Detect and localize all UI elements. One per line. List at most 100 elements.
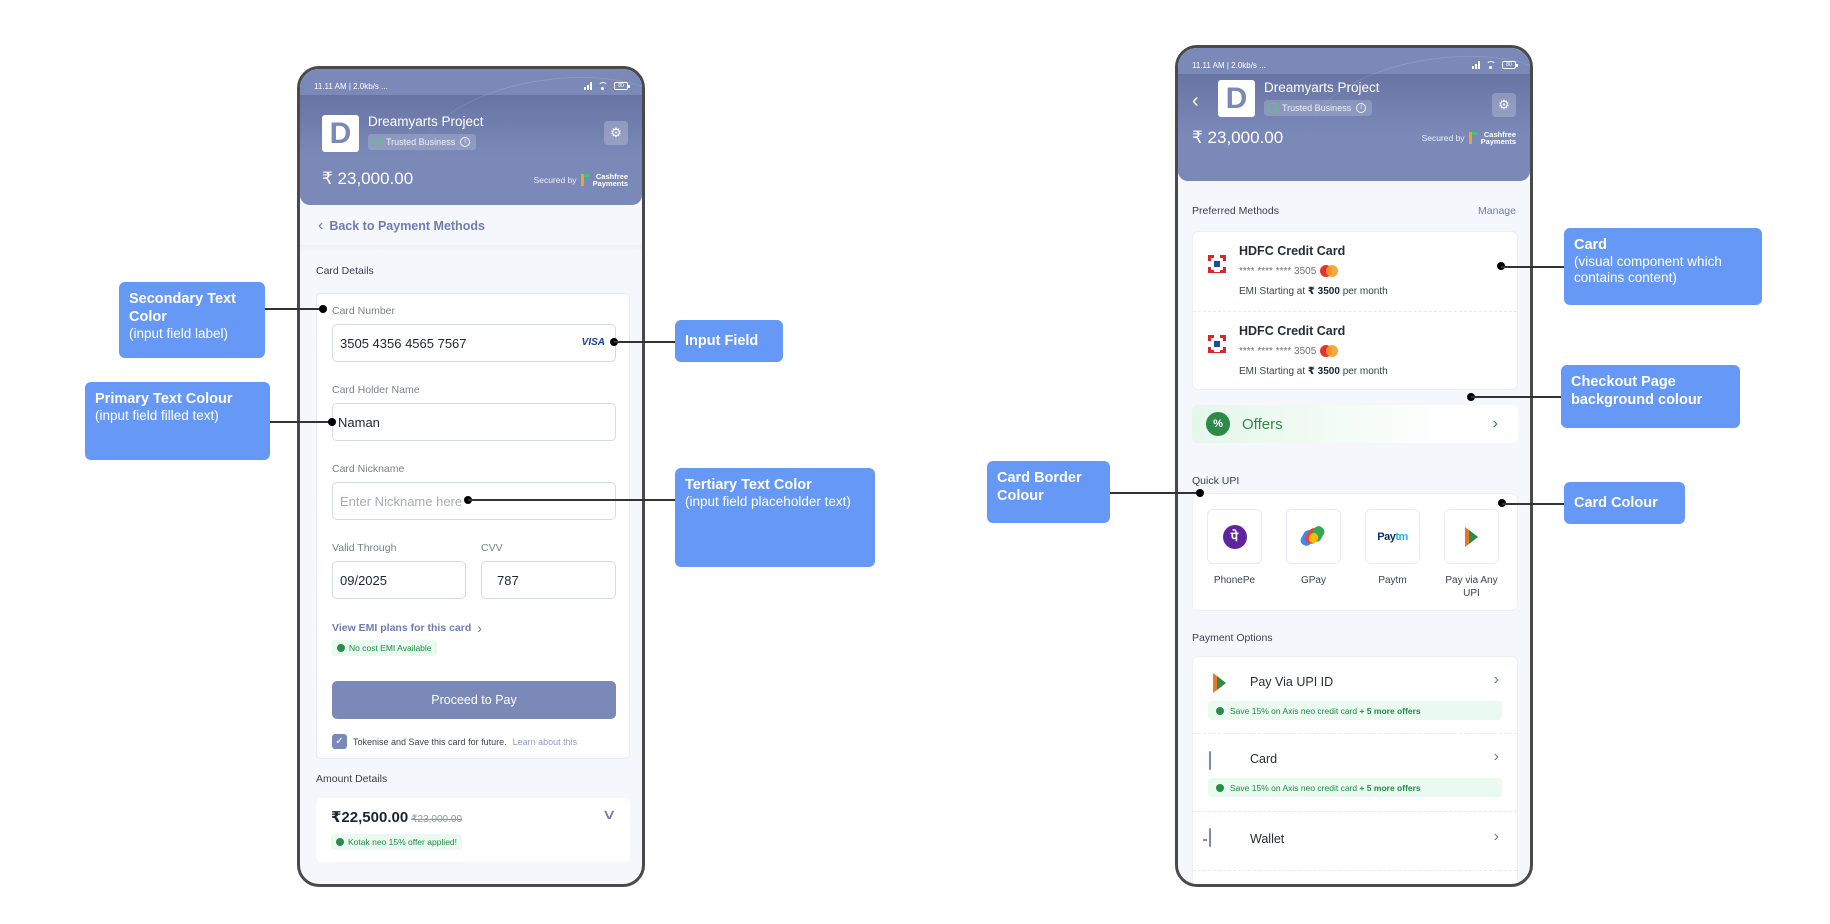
emi-amount: ₹ 3500 bbox=[1307, 286, 1340, 297]
saved-card-emi: EMI Starting at ₹ 3500 per month bbox=[1239, 366, 1388, 377]
chevron-right-icon: › bbox=[1493, 671, 1499, 688]
annotation-title: Input Field bbox=[685, 333, 759, 349]
user-settings-icon: ⚙ bbox=[1498, 97, 1510, 112]
hdfc-bank-icon bbox=[1208, 254, 1226, 273]
view-emi-plans-link[interactable]: View EMI plans for this card › bbox=[332, 620, 482, 636]
hdfc-bank-icon bbox=[1208, 334, 1226, 353]
cashfree-wordmark: Cashfree Payments bbox=[1480, 130, 1516, 146]
signal-icon bbox=[584, 82, 592, 90]
payment-option-label: Pay Via UPI ID bbox=[1250, 675, 1334, 689]
valid-through-label: Valid Through bbox=[332, 542, 397, 554]
user-settings-button[interactable]: ⚙ bbox=[1492, 93, 1516, 117]
payment-option-wallet[interactable]: Wallet › bbox=[1193, 813, 1517, 871]
annotation-note: (input field label) bbox=[129, 326, 229, 341]
annotation-primary-text: Primary Text Colour (input field filled … bbox=[85, 382, 270, 460]
no-cost-emi-badge: No cost EMI Available bbox=[332, 640, 437, 656]
emi-prefix: EMI Starting at bbox=[1239, 286, 1306, 297]
checkout-screen: 11.11 AM | 2.0kb/s ... 80 ‹ D Dreamyarts… bbox=[1175, 45, 1533, 887]
visa-icon: VISA bbox=[581, 337, 605, 348]
masked-number: **** **** **** 3505 bbox=[1239, 265, 1317, 277]
upi-app-name: Pay via Any UPI bbox=[1445, 575, 1498, 599]
upi-app-phonepe[interactable]: पे PhonePe bbox=[1207, 509, 1262, 587]
upi-app-paytm[interactable]: Paytm Paytm bbox=[1365, 509, 1420, 587]
offers-button[interactable]: % Offers › bbox=[1192, 405, 1518, 443]
saved-card-number: **** **** **** 3505 bbox=[1239, 345, 1339, 357]
card-holder-input[interactable]: Naman bbox=[332, 403, 616, 441]
saved-card-item[interactable]: HDFC Credit Card **** **** **** 3505 EMI… bbox=[1193, 311, 1517, 389]
card-number-value: 3505 4356 4565 7567 bbox=[340, 335, 467, 351]
battery-icon: 80 bbox=[614, 82, 630, 90]
payment-option-label: Wallet bbox=[1250, 832, 1285, 846]
battery-icon: 80 bbox=[1502, 61, 1518, 69]
chevron-right-icon: › bbox=[1493, 748, 1499, 765]
user-settings-icon: ⚙ bbox=[610, 125, 622, 140]
annotation-connector bbox=[1110, 492, 1200, 494]
emi-suffix: per month bbox=[1342, 286, 1388, 297]
discount-badge-icon: % bbox=[1208, 414, 1228, 434]
annotation-connector bbox=[265, 308, 323, 310]
cvv-value: 787 bbox=[497, 572, 519, 588]
card-details-title: Card Details bbox=[316, 265, 374, 277]
quick-upi-card: पे PhonePe GPay Paytm Paytm Pay via Any … bbox=[1192, 493, 1518, 611]
learn-about-this-link[interactable]: Learn about this bbox=[513, 737, 578, 747]
more-offers-link[interactable]: + 5 more offers bbox=[1359, 783, 1420, 793]
card-number-input[interactable]: 3505 4356 4565 7567 VISA bbox=[332, 324, 616, 362]
merchant-logo: D bbox=[322, 115, 359, 152]
saved-card-bank: HDFC Credit Card bbox=[1239, 244, 1346, 258]
emi-amount: ₹ 3500 bbox=[1307, 366, 1340, 377]
offer-text: Save 15% on Axis neo credit card bbox=[1230, 782, 1358, 793]
tokenise-option: ✓ Tokenise and Save this card for future… bbox=[332, 734, 577, 749]
annotation-title: Card Border Colour bbox=[997, 470, 1082, 504]
annotation-note: (input field placeholder text) bbox=[685, 494, 851, 509]
annotation-title: Secondary Text Color bbox=[129, 291, 236, 325]
emi-suffix: per month bbox=[1342, 366, 1388, 377]
more-offers-link[interactable]: + 5 more offers bbox=[1359, 706, 1420, 716]
back-button[interactable]: ‹ bbox=[1192, 90, 1199, 113]
card-nickname-input[interactable]: Enter Nickname here bbox=[332, 482, 616, 520]
secured-by-label: Secured by bbox=[1421, 133, 1465, 143]
back-to-payment-methods-link[interactable]: ‹ Back to Payment Methods bbox=[318, 217, 485, 235]
cvv-label: CVV bbox=[481, 542, 503, 554]
offer-text: Save 15% on Axis neo credit card bbox=[1230, 705, 1358, 716]
discounted-amount: ₹22,500.00 ₹23,000.00 bbox=[331, 808, 462, 826]
preferred-methods-card: HDFC Credit Card **** **** **** 3505 EMI… bbox=[1192, 231, 1518, 390]
status-bar: 11.11 AM | 2.0kb/s ... 80 bbox=[1192, 58, 1518, 72]
gpay-icon bbox=[1298, 523, 1326, 548]
card-holder-value: Naman bbox=[338, 414, 380, 430]
masked-number: **** **** **** 3505 bbox=[1239, 345, 1317, 357]
annotation-connector bbox=[614, 341, 675, 343]
payment-option-card[interactable]: Card › Save 15% on Axis neo credit card … bbox=[1193, 735, 1517, 812]
annotation-secondary-text: Secondary Text Color (input field label) bbox=[119, 282, 265, 358]
chevron-right-icon: › bbox=[477, 620, 482, 636]
cvv-input[interactable]: 787 bbox=[481, 561, 616, 599]
annotation-note: (input field filled text) bbox=[95, 408, 219, 423]
upi-app-name: Paytm bbox=[1378, 575, 1407, 586]
payment-option-upi-id[interactable]: Pay Via UPI ID › Save 15% on Axis neo cr… bbox=[1193, 657, 1517, 734]
info-icon[interactable]: i bbox=[460, 137, 471, 147]
manage-link[interactable]: Manage bbox=[1478, 205, 1516, 217]
trusted-business-badge: Trusted Business i bbox=[368, 134, 477, 150]
cashfree-wordmark: Cashfree Payments bbox=[592, 172, 628, 188]
wifi-icon bbox=[1486, 61, 1496, 69]
user-settings-button[interactable]: ⚙ bbox=[604, 121, 628, 145]
check-badge-icon bbox=[1216, 706, 1224, 715]
annotation-title: Tertiary Text Color bbox=[685, 477, 812, 493]
chevron-down-icon[interactable]: ∨ bbox=[601, 806, 616, 823]
saved-card-number: **** **** **** 3505 bbox=[1239, 265, 1339, 277]
amount-details-card[interactable]: ₹22,500.00 ₹23,000.00 ∨ Kotak neo 15% off… bbox=[316, 798, 630, 862]
proceed-to-pay-button[interactable]: Proceed to Pay bbox=[332, 681, 616, 719]
status-bar: 11.11 AM | 2.0kb/s ... 80 bbox=[314, 79, 630, 93]
upi-app-gpay[interactable]: GPay bbox=[1286, 509, 1341, 587]
offers-label: Offers bbox=[1242, 415, 1283, 433]
cashfree-logo-icon bbox=[580, 174, 590, 186]
card-nickname-placeholder: Enter Nickname here bbox=[340, 493, 463, 509]
upi-app-any-upi[interactable]: Pay via Any UPI bbox=[1444, 509, 1499, 600]
valid-through-input[interactable]: 09/2025 bbox=[332, 561, 466, 599]
annotation-connector bbox=[1501, 266, 1564, 268]
tokenise-checkbox[interactable]: ✓ bbox=[332, 734, 347, 749]
saved-card-item[interactable]: HDFC Credit Card **** **** **** 3505 EMI… bbox=[1193, 232, 1517, 310]
annotation-tertiary-text: Tertiary Text Color (input field placeho… bbox=[675, 468, 875, 567]
annotation-marker bbox=[1196, 489, 1204, 497]
info-icon[interactable]: i bbox=[1356, 103, 1367, 113]
upi-app-name: PhonePe bbox=[1213, 575, 1256, 586]
